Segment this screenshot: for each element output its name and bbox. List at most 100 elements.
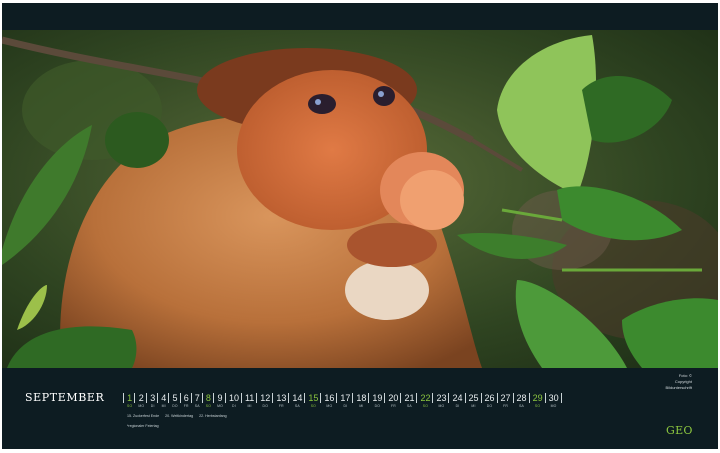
weekday-label: SO [127, 404, 133, 408]
holiday-item: 22. Herbstanfang [199, 414, 227, 418]
weekday-label: DI [455, 404, 460, 408]
calendar-day: 30 MO [546, 393, 561, 414]
day-number: 17 [340, 393, 351, 403]
weekday-label: SA [194, 404, 200, 408]
day-number: 20 [388, 393, 399, 403]
day-number: 15 [308, 393, 319, 403]
holiday-item: 15. Zuckerfest Ende [127, 414, 160, 418]
day-number: 14 [292, 393, 303, 403]
calendar-day: 4 MI [158, 393, 168, 414]
day-separator [560, 393, 562, 403]
calendar-page: SEPTEMBER 1 SO 2 MO 3 DI 4 MI 5 DO 6 FR 7 SA 8 SO 9 MO 10 D… [0, 0, 720, 453]
day-number: 5 [172, 393, 178, 403]
weekday-label: MO [138, 404, 145, 408]
photo-credit: Foto: © Copyright Bildunterschrift [662, 373, 692, 391]
day-number: 27 [500, 393, 511, 403]
weekday-label: DI [343, 404, 348, 408]
calendar-day: 28 SA [514, 393, 529, 414]
calendar-day: 20 FR [385, 393, 400, 414]
day-number: 22 [420, 393, 431, 403]
weekday-label: SO [205, 404, 212, 408]
weekday-label: FR [503, 404, 508, 408]
day-number: 4 [161, 393, 167, 403]
calendar-day: 15 SO [305, 393, 320, 414]
calendar-day: 3 DI [147, 393, 157, 414]
weekday-label: SO [310, 404, 316, 408]
calendar-day: 22 SO [417, 393, 432, 414]
calendar-day: 27 FR [498, 393, 513, 414]
weekday-label: FR [183, 404, 189, 408]
day-number: 13 [276, 393, 287, 403]
day-number: 26 [484, 393, 495, 403]
calendar-day: 5 DO [169, 393, 180, 414]
holiday-list: 15. Zuckerfest Ende 20. Weltkindertag 22… [127, 414, 227, 418]
calendar-day: 12 DO [257, 393, 272, 414]
calendar-day: 24 DI [449, 393, 464, 414]
day-number: 25 [468, 393, 479, 403]
holiday-item: 20. Weltkindertag [165, 414, 194, 418]
calendar-day: 29 SO [530, 393, 545, 414]
calendar-day: 14 SA [289, 393, 304, 414]
weekday-label: SA [519, 404, 525, 408]
day-number: 24 [452, 393, 463, 403]
calendar-day: 16 MO [321, 393, 336, 414]
calendar-day: 11 MI [242, 393, 256, 414]
weekday-label: DO [374, 404, 381, 408]
day-number: 1 [127, 393, 133, 403]
day-number: 12 [260, 393, 271, 403]
calendar-day: 25 MI [466, 393, 481, 414]
weekday-label: DO [172, 404, 178, 408]
day-number: 8 [205, 393, 211, 403]
weekday-label: FR [390, 404, 396, 408]
calendar-day: 9 MO [214, 393, 225, 414]
weekday-label: MO [217, 404, 223, 408]
calendar-day: 23 MO [433, 393, 448, 414]
day-number: 28 [516, 393, 527, 403]
credit-line-2: Bildunterschrift [665, 385, 692, 390]
calendar-day: 26 DO [482, 393, 497, 414]
calendar-day: 6 FR [181, 393, 191, 414]
weekday-label: MI [247, 404, 252, 408]
weekday-label: FR [278, 404, 284, 408]
weekday-label: MO [550, 404, 557, 408]
weekday-label: SA [294, 404, 300, 408]
day-number: 29 [532, 393, 543, 403]
proboscis-monkey-photo [2, 30, 718, 368]
day-number: 19 [372, 393, 383, 403]
day-number: 21 [404, 393, 415, 403]
day-number: 3 [150, 393, 156, 403]
day-number: 6 [183, 393, 189, 403]
calendar-day: 19 DO [369, 393, 384, 414]
weekday-label: MO [326, 404, 333, 408]
weekday-label: SA [406, 404, 412, 408]
weekday-label: DI [232, 404, 236, 408]
month-title: SEPTEMBER [25, 391, 105, 404]
calendar-day: 10 DI [226, 393, 241, 414]
calendar-day: 7 SA [192, 393, 202, 414]
calendar-day: 18 MI [353, 393, 368, 414]
photo-illustration [2, 30, 718, 368]
weekday-label: DI [150, 404, 155, 408]
calendar-day: 21 SA [401, 393, 416, 414]
holiday-note: *regionaler Feiertag [127, 424, 159, 428]
weekday-label: SO [422, 404, 429, 408]
day-number: 10 [228, 393, 239, 403]
calendar-day: 1 SO [124, 393, 134, 414]
credit-line-1: Foto: © Copyright [674, 373, 692, 384]
weekday-label: DO [262, 404, 269, 408]
weekday-label: MI [359, 404, 364, 408]
weekday-label: MO [438, 404, 445, 408]
day-number: 23 [436, 393, 447, 403]
weekday-label: DO [486, 404, 493, 408]
day-number: 11 [244, 393, 255, 403]
weekday-label: MI [471, 404, 476, 408]
calendar-day: 2 MO [135, 393, 146, 414]
day-number: 18 [356, 393, 367, 403]
geo-logo: GEO [666, 424, 693, 437]
day-number: 9 [217, 393, 223, 403]
day-strip: 1 SO 2 MO 3 DI 4 MI 5 DO 6 FR 7 SA 8 SO 9 MO 10 DI 11 MI 12 DO 1… [123, 393, 562, 414]
calendar-day: 13 FR [273, 393, 288, 414]
calendar-day: 17 DI [337, 393, 352, 414]
day-number: 7 [194, 393, 200, 403]
day-number: 16 [324, 393, 335, 403]
